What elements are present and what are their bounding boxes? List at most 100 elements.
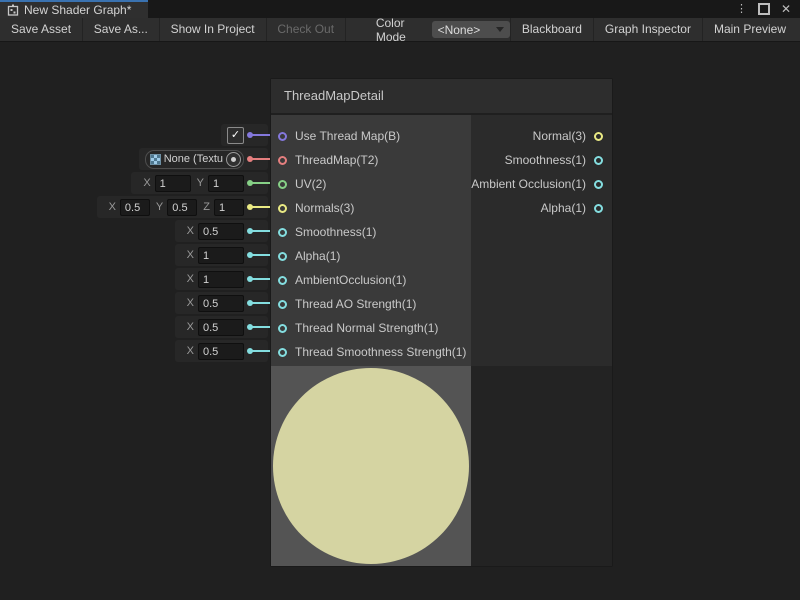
- object-picker-icon[interactable]: [226, 152, 241, 167]
- texture-thumbnail-icon: [150, 154, 161, 165]
- output-port[interactable]: [594, 156, 603, 165]
- check-out-button: Check Out: [266, 18, 345, 41]
- checkbox[interactable]: ✓: [227, 127, 244, 144]
- preview-empty-area: [471, 366, 612, 566]
- port-dot: [247, 204, 253, 210]
- node-input-row: ThreadMap(T2): [271, 148, 471, 172]
- x-value-field[interactable]: 1: [198, 247, 244, 264]
- node-output-column: Normal(3)Smoothness(1)Ambient Occlusion(…: [471, 115, 612, 366]
- port-dot: [247, 300, 253, 306]
- node-input-row: AmbientOcclusion(1): [271, 268, 471, 292]
- port-dot: [247, 348, 253, 354]
- node-input-row: Smoothness(1): [271, 220, 471, 244]
- unity-shader-graph-window: New Shader Graph* ⋮ ✕ Save Asset Save As…: [0, 0, 800, 600]
- input-default-row: X0.5: [0, 219, 277, 243]
- save-asset-button[interactable]: Save Asset: [0, 18, 82, 41]
- input-port-label: ThreadMap(T2): [295, 153, 378, 167]
- output-port[interactable]: [594, 180, 603, 189]
- toolbar-right-group: Blackboard Graph Inspector Main Preview: [510, 18, 800, 41]
- node-threadmapdetail[interactable]: ThreadMapDetail Use Thread Map(B)ThreadM…: [270, 78, 613, 567]
- input-default-row: X 0.5 Y 0.5 Z1: [0, 195, 277, 219]
- blackboard-toggle-button[interactable]: Blackboard: [511, 18, 593, 41]
- input-port-label: Thread AO Strength(1): [295, 297, 416, 311]
- texture-object-field[interactable]: None (Textu: [145, 150, 244, 169]
- input-default-row: X1: [0, 243, 277, 267]
- axis-label: Z: [203, 201, 210, 213]
- output-port-label: Smoothness(1): [505, 153, 586, 167]
- input-port-label: UV(2): [295, 177, 326, 191]
- input-port[interactable]: [278, 324, 287, 333]
- input-port-label: Thread Normal Strength(1): [295, 321, 438, 335]
- axis-label: Y: [156, 201, 163, 213]
- maximize-icon[interactable]: [758, 3, 770, 15]
- node-output-row: Smoothness(1): [471, 148, 612, 172]
- input-port[interactable]: [278, 132, 287, 141]
- x-value-field[interactable]: 0.5: [198, 319, 244, 336]
- color-mode-dropdown[interactable]: <None>: [432, 21, 510, 38]
- axis-label: X: [187, 249, 194, 261]
- input-port[interactable]: [278, 228, 287, 237]
- port-dot: [247, 324, 253, 330]
- color-mode-label: Color Mode: [376, 16, 432, 44]
- input-default-row: None (Textu: [0, 147, 277, 171]
- input-port-label: Smoothness(1): [295, 225, 376, 239]
- node-input-row: Thread Smoothness Strength(1): [271, 340, 471, 364]
- input-port-label: Thread Smoothness Strength(1): [295, 345, 466, 359]
- x-value-field[interactable]: 0.5: [198, 223, 244, 240]
- input-port-label: AmbientOcclusion(1): [295, 273, 406, 287]
- input-port[interactable]: [278, 156, 287, 165]
- input-port[interactable]: [278, 180, 287, 189]
- z-value-field[interactable]: 1: [214, 199, 244, 216]
- input-default-row: ✓: [0, 123, 277, 147]
- show-in-project-button[interactable]: Show In Project: [160, 18, 266, 41]
- input-default-widget: X 0.5 Y 0.5 Z1: [97, 196, 268, 218]
- input-port[interactable]: [278, 300, 287, 309]
- x-value-field[interactable]: 1: [155, 175, 191, 192]
- node-input-row: Thread Normal Strength(1): [271, 316, 471, 340]
- graph-inspector-toggle-button[interactable]: Graph Inspector: [594, 18, 702, 41]
- input-port[interactable]: [278, 348, 287, 357]
- x-value-field[interactable]: 0.5: [120, 199, 150, 216]
- input-default-row: X0.5: [0, 291, 277, 315]
- input-port-label: Normals(3): [295, 201, 354, 215]
- axis-label: X: [187, 273, 194, 285]
- toolbar-divider: [345, 18, 346, 41]
- shader-graph-icon: [7, 4, 19, 16]
- y-value-field[interactable]: 0.5: [167, 199, 197, 216]
- input-default-row: X0.5: [0, 315, 277, 339]
- node-body: Use Thread Map(B)ThreadMap(T2)UV(2)Norma…: [271, 115, 612, 366]
- input-default-row: X0.5: [0, 339, 277, 363]
- object-field-value: None (Textu: [164, 153, 223, 165]
- input-port[interactable]: [278, 276, 287, 285]
- tab-title: New Shader Graph*: [24, 3, 131, 17]
- port-dot: [247, 180, 253, 186]
- axis-label: X: [109, 201, 116, 213]
- kebab-menu-icon[interactable]: ⋮: [736, 4, 747, 15]
- axis-label: Y: [197, 177, 204, 189]
- color-mode-value: <None>: [438, 23, 481, 37]
- output-port[interactable]: [594, 204, 603, 213]
- shader-graph-toolbar: Save Asset Save As... Show In Project Ch…: [0, 18, 800, 42]
- close-icon[interactable]: ✕: [781, 3, 791, 15]
- input-port[interactable]: [278, 204, 287, 213]
- graph-canvas[interactable]: ✓None (TextuX1Y1X0.5Y0.5Z1X0.5X1X1X0.5X0…: [0, 42, 800, 600]
- x-value-field[interactable]: 0.5: [198, 343, 244, 360]
- input-default-widgets: ✓None (TextuX1Y1X0.5Y0.5Z1X0.5X1X1X0.5X0…: [0, 114, 277, 363]
- port-dot: [247, 228, 253, 234]
- port-dot: [247, 276, 253, 282]
- x-value-field[interactable]: 1: [198, 271, 244, 288]
- node-input-column: Use Thread Map(B)ThreadMap(T2)UV(2)Norma…: [271, 115, 471, 366]
- output-port[interactable]: [594, 132, 603, 141]
- node-preview: [271, 366, 612, 566]
- node-input-row: Normals(3): [271, 196, 471, 220]
- node-title[interactable]: ThreadMapDetail: [271, 79, 612, 115]
- tab-new-shader-graph[interactable]: New Shader Graph*: [0, 0, 148, 18]
- input-port[interactable]: [278, 252, 287, 261]
- y-value-field[interactable]: 1: [208, 175, 244, 192]
- save-as-button[interactable]: Save As...: [83, 18, 159, 41]
- main-preview-toggle-button[interactable]: Main Preview: [703, 18, 797, 41]
- output-port-label: Normal(3): [533, 129, 586, 143]
- x-value-field[interactable]: 0.5: [198, 295, 244, 312]
- input-port-label: Alpha(1): [295, 249, 340, 263]
- picker-dot: [231, 157, 236, 162]
